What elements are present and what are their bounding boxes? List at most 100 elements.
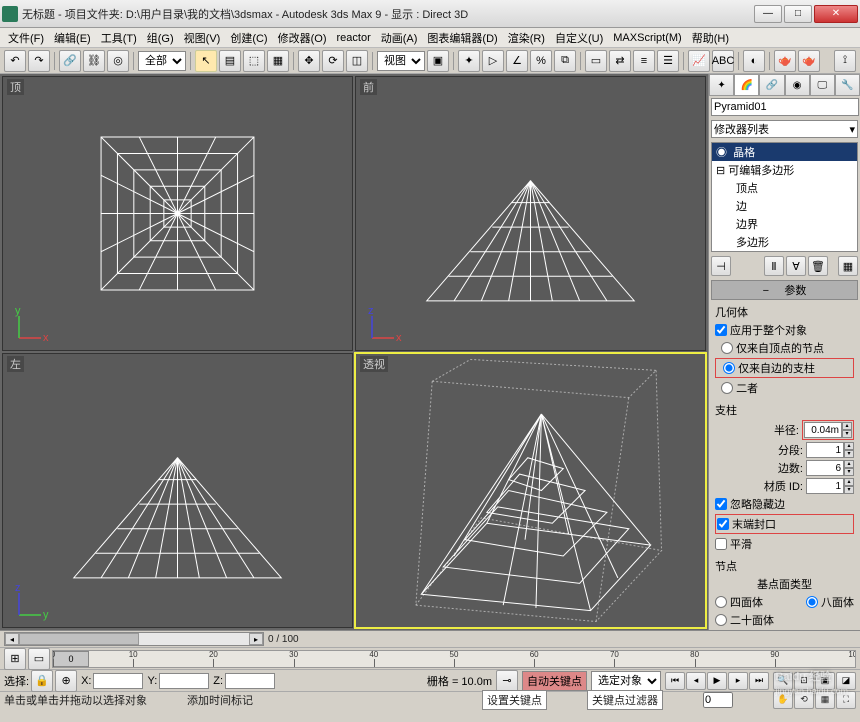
fov-button[interactable]: ◪ [836,672,856,690]
selection-lock-button[interactable]: 🔒 [31,670,53,692]
bind-button[interactable]: ◎ [107,50,129,72]
zoom-all-button[interactable]: ⊡ [794,672,814,690]
pin-stack-button[interactable]: ⊣ [711,256,731,276]
select-button[interactable]: ↖ [195,50,217,72]
viewport-perspective[interactable]: 透视 [355,353,706,628]
remove-modifier-button[interactable]: 🗑 [808,256,828,276]
viewport-hscrollbar[interactable]: ◂▸ [4,632,264,646]
menu-item[interactable]: 编辑(E) [50,29,95,47]
menu-item[interactable]: MAXScript(M) [609,31,685,45]
quick-render-button[interactable]: 🫖 [798,50,820,72]
undo-button[interactable]: ↶ [4,50,26,72]
octa-radio[interactable] [806,596,818,608]
maximize-button[interactable]: □ [784,5,812,23]
align-button[interactable]: ≡ [633,50,655,72]
setkey-button[interactable]: 设置关键点 [482,690,547,710]
spinner-snap-button[interactable]: ⧉ [554,50,576,72]
keymode-dropdown[interactable]: 选定对象 [591,671,661,691]
window-crossing-button[interactable]: ▦ [267,50,289,72]
viewport-left[interactable]: 左 y z [2,353,353,628]
key-mode-button[interactable]: ⊸ [496,670,518,692]
menu-item[interactable]: 图表编辑器(D) [423,29,501,47]
configure-sets-button[interactable]: ▦ [838,256,858,276]
menu-item[interactable]: 视图(V) [180,29,225,47]
tetra-radio[interactable] [715,596,727,608]
named-sel-button[interactable]: ▭ [585,50,607,72]
menu-item[interactable]: 组(G) [143,29,178,47]
abs-rel-button[interactable]: ⊕ [55,670,77,692]
end-caps-checkbox[interactable]: 末端封口 [715,514,854,534]
stack-subobject[interactable]: 顶点 [712,179,857,197]
time-tag-button[interactable]: ▭ [28,648,50,670]
rotate-button[interactable]: ⟳ [322,50,344,72]
layers-button[interactable]: ☰ [657,50,679,72]
render-scene-button[interactable]: 🫖 [774,50,796,72]
mirror-button[interactable]: ⇄ [609,50,631,72]
z-coord-input[interactable] [225,673,275,689]
menu-item[interactable]: 动画(A) [377,29,422,47]
viewport-front[interactable]: 前 x z [355,76,706,351]
goto-start-button[interactable]: ⏮ [665,672,685,690]
keyfilter-button[interactable]: 关键点过滤器 [587,690,663,710]
joints-only-radio[interactable]: 仅来自顶点的节点 [715,340,854,356]
create-tab[interactable]: ✦ [709,74,734,95]
y-coord-input[interactable] [159,673,209,689]
autokey-button[interactable]: 自动关键点 [522,671,587,691]
link-button[interactable]: 🔗 [59,50,81,72]
schematic-button[interactable]: ABC [712,50,734,72]
manipulate-button[interactable]: ✦ [458,50,480,72]
current-frame-input[interactable] [703,692,733,708]
strut-matid-spinner[interactable]: ▴▾ [806,478,854,494]
motion-tab[interactable]: ◉ [785,74,810,95]
zoom-extents-button[interactable]: ▣ [815,672,835,690]
minimize-button[interactable]: — [754,5,782,23]
struts-only-radio[interactable]: 仅来自边的支柱 [715,358,854,378]
utilities-tab[interactable]: 🔧 [835,74,860,95]
percent-snap-button[interactable]: % [530,50,552,72]
time-slider[interactable]: 0 0102030405060708090100 [52,650,856,668]
goto-end-button[interactable]: ⏭ [749,672,769,690]
close-button[interactable]: ✕ [814,5,858,23]
curve-editor-button[interactable]: 📈 [688,50,710,72]
select-region-button[interactable]: ⬚ [243,50,265,72]
modifier-list-dropdown[interactable]: 修改器列表 ▾ [711,120,858,138]
show-end-result-button[interactable]: Ⅱ [764,256,784,276]
pan-button[interactable]: ✋ [773,691,793,709]
menu-item[interactable]: reactor [333,31,375,45]
maximize-viewport-button[interactable]: ▦ [815,691,835,709]
time-config-button[interactable]: ⊞ [4,648,26,670]
menu-item[interactable]: 工具(T) [97,29,141,47]
min-max-button[interactable]: ⛶ [836,691,856,709]
unlink-button[interactable]: ⛓ [83,50,105,72]
zoom-button[interactable]: 🔍 [773,672,793,690]
menu-item[interactable]: 创建(C) [226,29,271,47]
strut-segs-spinner[interactable]: ▴▾ [806,442,854,458]
both-radio[interactable]: 二者 [715,380,854,396]
material-button[interactable]: ◐ [743,50,765,72]
apply-whole-checkbox[interactable]: 应用于整个对象 [715,322,854,338]
angle-snap-button[interactable]: ∠ [506,50,528,72]
hierarchy-tab[interactable]: 🔗 [759,74,784,95]
move-button[interactable]: ✥ [298,50,320,72]
x-coord-input[interactable] [93,673,143,689]
rollout-header-params[interactable]: − 参数 [711,280,858,300]
viewport-top[interactable]: 顶 x y [2,76,353,351]
orbit-button[interactable]: ⟲ [794,691,814,709]
object-name-input[interactable] [711,98,859,116]
stack-subobject[interactable]: 元素 [712,251,857,252]
stack-subobject[interactable]: 多边形 [712,233,857,251]
menu-item[interactable]: 自定义(U) [551,29,607,47]
stack-subobject[interactable]: 边 [712,197,857,215]
snap-toggle-button[interactable]: ▷ [482,50,504,72]
pivot-button[interactable]: ▣ [427,50,449,72]
ignore-hidden-checkbox[interactable]: 忽略隐藏边 [715,496,854,512]
menu-item[interactable]: 帮助(H) [688,29,733,47]
modifier-stack[interactable]: ◉ 晶格 ⊟ 可编辑多边形 顶点边边界多边形元素 [711,142,858,252]
menu-item[interactable]: 文件(F) [4,29,48,47]
play-button[interactable]: ▶ [707,672,727,690]
redo-button[interactable]: ↷ [28,50,50,72]
ref-coord-dropdown[interactable]: 视图 [377,51,425,71]
menu-item[interactable]: 修改器(O) [274,29,331,47]
make-unique-button[interactable]: ∀ [786,256,806,276]
stack-item-editpoly[interactable]: ⊟ 可编辑多边形 [712,161,857,179]
